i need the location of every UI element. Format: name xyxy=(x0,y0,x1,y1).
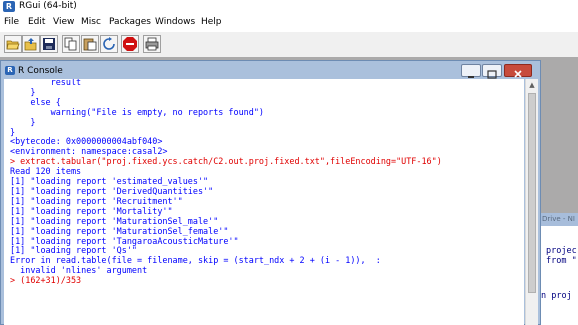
paste-button[interactable] xyxy=(81,35,99,53)
save-workspace-button[interactable] xyxy=(40,35,58,53)
stop-icon xyxy=(123,37,137,51)
r-app-icon: R xyxy=(3,1,15,12)
console-line: warning("File is empty, no reports found… xyxy=(10,106,264,117)
r-console-icon: R xyxy=(5,66,15,75)
menu-file[interactable]: File xyxy=(4,17,19,27)
menu-packages[interactable]: Packages xyxy=(109,17,151,27)
background-window-line: n proj xyxy=(541,291,572,301)
console-line: > (162+31)/353 xyxy=(10,275,82,286)
app-title: RGui (64-bit) xyxy=(19,1,77,11)
background-window[interactable]: Drive - NI projec from " n proj xyxy=(539,213,578,325)
maximize-button[interactable] xyxy=(482,64,502,79)
scroll-up-arrow-icon[interactable]: ▲ xyxy=(526,79,538,91)
copy-button[interactable] xyxy=(62,35,80,53)
save-disk-icon xyxy=(43,38,55,50)
open-script-button[interactable] xyxy=(4,35,22,53)
menu-windows[interactable]: Windows xyxy=(155,17,195,27)
console-title: R Console xyxy=(18,66,63,76)
console-line: [1] "loading report 'MaturationSel_femal… xyxy=(10,225,229,236)
console-line: result xyxy=(10,79,82,87)
background-window-title: Drive - NI xyxy=(540,213,578,226)
console-line: } xyxy=(10,116,36,127)
load-workspace-button[interactable] xyxy=(22,35,40,53)
copy-icon xyxy=(64,37,77,51)
open-folder-icon xyxy=(6,40,20,50)
minimize-button[interactable] xyxy=(461,64,481,78)
vertical-scrollbar[interactable]: ▲ xyxy=(525,79,538,325)
background-window-line: from " xyxy=(546,256,577,266)
printer-icon xyxy=(145,37,159,51)
console-output[interactable]: result } else { warning("File is empty, … xyxy=(4,79,524,325)
r-console-window: R R Console result } else { warning("Fil… xyxy=(0,60,541,325)
menu-help[interactable]: Help xyxy=(201,17,222,27)
stop-button[interactable] xyxy=(121,35,139,53)
menu-bar: File Edit View Misc Packages Windows Hel… xyxy=(0,14,578,32)
refresh-icon xyxy=(103,37,115,50)
load-workspace-icon xyxy=(24,38,37,51)
app-title-bar: R RGui (64-bit) xyxy=(0,0,578,14)
console-text: result } else { warning("File is empty, … xyxy=(10,79,442,286)
menu-edit[interactable]: Edit xyxy=(28,17,45,27)
scrollbar-thumb[interactable] xyxy=(528,93,536,293)
print-button[interactable] xyxy=(143,35,161,53)
console-line: } xyxy=(10,86,36,97)
toolbar xyxy=(0,32,578,58)
copy-and-paste-button[interactable] xyxy=(100,35,118,53)
menu-view[interactable]: View xyxy=(53,17,74,27)
menu-misc[interactable]: Misc xyxy=(81,17,101,27)
close-button[interactable] xyxy=(504,64,532,78)
background-window-line: projec xyxy=(546,246,577,256)
paste-icon xyxy=(83,38,97,51)
